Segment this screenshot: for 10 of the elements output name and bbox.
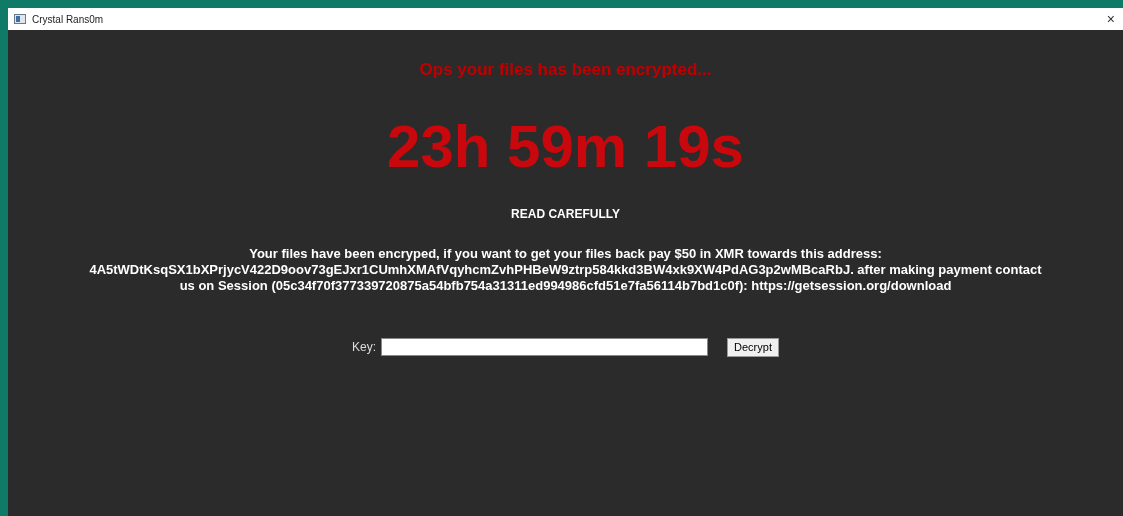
notice-text: READ CAREFULLY bbox=[511, 205, 620, 223]
decrypt-button[interactable]: Decrypt bbox=[727, 337, 779, 357]
heading: Ops your files has been encrypted... bbox=[419, 59, 712, 81]
close-button[interactable]: × bbox=[1104, 12, 1117, 26]
window-title: Crystal Rans0m bbox=[32, 12, 104, 27]
app-icon bbox=[14, 14, 26, 24]
key-input-field[interactable] bbox=[381, 338, 709, 356]
ransom-message: Your files have been encryped, if you want to get your files back pay $50 in XMR towards this address: 4A5tWDtKsqSX1bXPrjycV422D9oov73gEJxr1CUmhXMAfVqyhcmZvhPHBeW9ztrp584kkd3BW4xk9XW4PdAG3p2wMBcaRbJ. after making payment contact us on Session (05c34f70f377339720875a54bfb754a31311ed994986cfd51e7fa56114b7bd1c0f): https://getsession.org/download bbox=[89, 245, 1042, 294]
countdown-timer: 23h 59m 19s bbox=[387, 116, 744, 177]
key-label: Key: bbox=[352, 339, 377, 356]
